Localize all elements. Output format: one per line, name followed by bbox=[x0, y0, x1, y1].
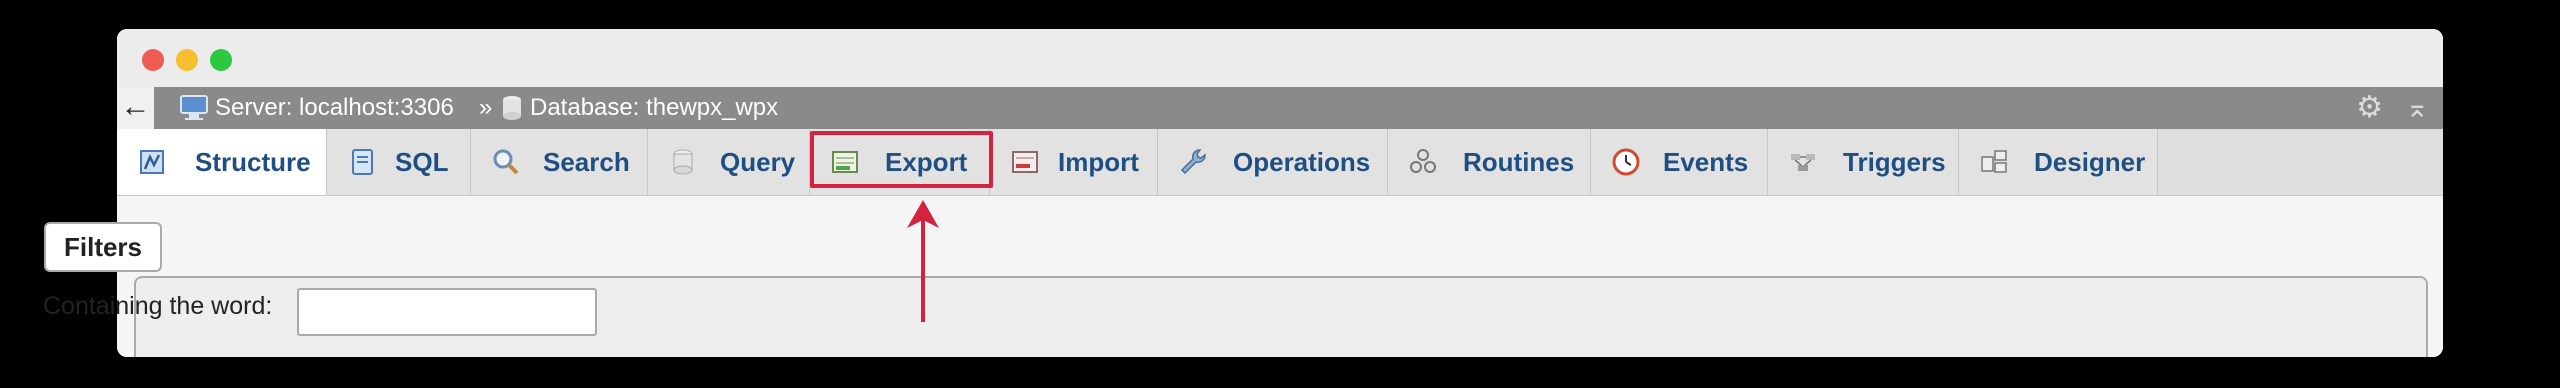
minimize-button[interactable] bbox=[176, 49, 198, 71]
close-button[interactable] bbox=[142, 49, 164, 71]
tab-sql[interactable]: SQL bbox=[327, 129, 471, 195]
tab-label: Events bbox=[1663, 147, 1749, 177]
back-button[interactable]: ← bbox=[117, 87, 154, 129]
tab-operations[interactable]: Operations bbox=[1158, 129, 1388, 195]
import-icon bbox=[1012, 151, 1038, 173]
zoom-button[interactable] bbox=[210, 49, 232, 71]
wrench-icon bbox=[1180, 149, 1206, 175]
tab-label: Operations bbox=[1233, 147, 1371, 177]
collapse-top-icon[interactable]: ⌅ bbox=[2406, 87, 2429, 129]
title-bar bbox=[117, 29, 2443, 87]
tab-label: Designer bbox=[2034, 147, 2146, 177]
tab-query[interactable]: Query bbox=[648, 129, 810, 195]
tab-designer[interactable]: Designer bbox=[1959, 129, 2158, 195]
tab-label: Structure bbox=[195, 147, 311, 177]
server-link[interactable]: Server: localhost:3306 bbox=[215, 87, 454, 129]
clock-icon bbox=[1612, 148, 1640, 176]
tab-label: SQL bbox=[395, 147, 449, 177]
routines-icon bbox=[1410, 149, 1436, 173]
sql-icon bbox=[352, 149, 373, 175]
tab-label: Query bbox=[720, 147, 796, 177]
structure-icon bbox=[140, 150, 164, 174]
tab-label: Import bbox=[1058, 147, 1139, 177]
server-icon bbox=[180, 95, 208, 120]
tab-events[interactable]: Events bbox=[1591, 129, 1768, 195]
pointer-arrow-icon bbox=[907, 200, 939, 228]
tab-label: Routines bbox=[1463, 147, 1575, 177]
triggers-icon bbox=[1791, 154, 1815, 171]
export-highlight-box bbox=[810, 131, 993, 188]
query-icon bbox=[673, 149, 693, 175]
designer-icon bbox=[1981, 150, 2007, 173]
gear-icon[interactable]: ⚙ bbox=[2356, 87, 2383, 129]
filters-legend: Filters bbox=[44, 222, 162, 272]
tab-import[interactable]: Import bbox=[990, 129, 1158, 195]
tab-routines[interactable]: Routines bbox=[1388, 129, 1591, 195]
breadcrumb-separator: » bbox=[479, 94, 493, 121]
search-icon bbox=[493, 149, 519, 175]
containing-word-label: Containing the word: bbox=[43, 292, 273, 320]
database-icon bbox=[503, 96, 521, 120]
tab-triggers[interactable]: Triggers bbox=[1768, 129, 1959, 195]
containing-word-input[interactable] bbox=[297, 288, 597, 336]
tab-search[interactable]: Search bbox=[471, 129, 648, 195]
tab-label: Search bbox=[543, 147, 630, 177]
breadcrumb: ← Server: localhost:3306 » Database: the… bbox=[117, 87, 2443, 129]
tab-label: Triggers bbox=[1843, 147, 1946, 177]
database-link[interactable]: Database: thewpx_wpx bbox=[530, 87, 778, 129]
tab-structure[interactable]: Structure bbox=[117, 129, 327, 195]
